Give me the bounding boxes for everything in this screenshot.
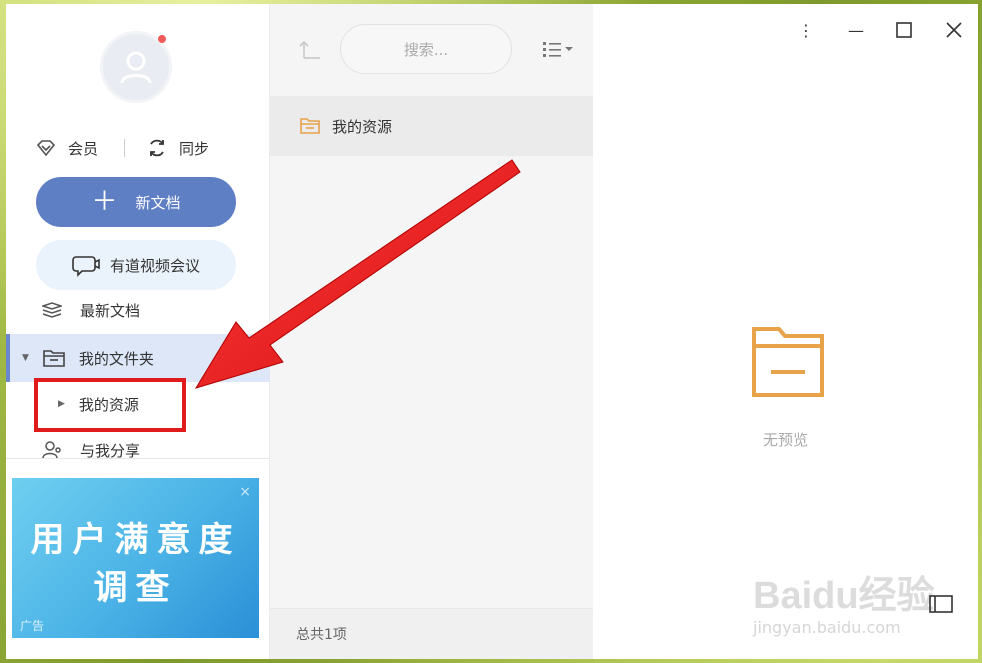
video-meeting-button[interactable]: 有道视频会议 <box>36 240 236 290</box>
folder-icon <box>300 118 320 134</box>
preview-panel: ⋮ — 无预览 Baidu经验 jingyan.baidu.com <box>593 4 978 659</box>
sync-label: 同步 <box>179 139 210 158</box>
vip-sync-row: 会员 同步 <box>36 136 246 160</box>
ad-line2: 调查 <box>93 568 178 608</box>
sidebar-item-label: 我的文件夹 <box>78 349 154 368</box>
sidebar: 会员 同步 ＋ 新文档 有道视频会议 最新文档 ▼ 我的文件夹 ▶ 我的资源 与… <box>6 4 270 659</box>
up-folder-icon[interactable] <box>298 38 322 60</box>
no-preview-text: 无预览 <box>762 431 808 449</box>
sidebar-item-recent[interactable]: 最新文档 <box>6 288 270 332</box>
ad-close-icon[interactable]: × <box>239 484 251 500</box>
sync-button[interactable]: 同步 <box>147 138 209 159</box>
list-view-icon[interactable] <box>542 40 574 58</box>
sidebar-item-label: 最新文档 <box>80 301 141 320</box>
panel-toggle-icon[interactable] <box>929 594 953 614</box>
ad-line1: 用户满意度 <box>30 520 241 560</box>
close-icon[interactable] <box>939 18 969 42</box>
annotation-highlight-box <box>34 378 186 432</box>
file-list-panel: 搜索... 我的资源 总共1项 <box>270 4 593 659</box>
search-input[interactable]: 搜索... <box>340 24 512 74</box>
sidebar-item-shared[interactable]: 与我分享 <box>6 428 270 472</box>
ad-title: 用户满意度 调查 <box>12 516 259 612</box>
new-document-button[interactable]: ＋ 新文档 <box>36 177 236 227</box>
list-item-name: 我的资源 <box>332 117 393 136</box>
share-icon <box>42 441 61 459</box>
video-meeting-label: 有道视频会议 <box>109 256 200 275</box>
watermark-url: jingyan.baidu.com <box>753 618 901 637</box>
list-item[interactable]: 我的资源 <box>270 96 593 156</box>
sync-icon <box>150 139 164 157</box>
search-placeholder: 搜索... <box>403 40 449 59</box>
watermark: Baidu经验 <box>753 575 935 617</box>
vip-label: 会员 <box>68 139 99 158</box>
avatar-icon <box>120 51 152 84</box>
caret-down-icon[interactable]: ▼ <box>22 353 29 363</box>
diamond-icon <box>36 140 56 157</box>
folder-icon <box>752 327 824 397</box>
plus-icon: ＋ <box>91 187 118 217</box>
layers-icon <box>42 302 62 318</box>
folder-icon <box>43 350 65 367</box>
minimize-icon[interactable]: — <box>841 18 871 42</box>
new-document-label: 新文档 <box>135 193 181 212</box>
maximize-icon[interactable] <box>889 18 919 42</box>
ad-banner[interactable]: 用户满意度 调查 广告 × <box>12 478 259 638</box>
video-meeting-icon <box>72 256 100 277</box>
divider <box>124 139 126 157</box>
item-count: 总共1项 <box>270 608 593 659</box>
sidebar-item-my-folder[interactable]: ▼ 我的文件夹 <box>6 334 270 382</box>
ad-label: 广告 <box>20 619 45 633</box>
app-window: 会员 同步 ＋ 新文档 有道视频会议 最新文档 ▼ 我的文件夹 ▶ 我的资源 与… <box>6 4 978 659</box>
vip-button[interactable]: 会员 <box>36 138 98 159</box>
more-icon[interactable]: ⋮ <box>791 18 821 42</box>
notification-dot <box>158 35 166 43</box>
divider <box>6 458 270 459</box>
